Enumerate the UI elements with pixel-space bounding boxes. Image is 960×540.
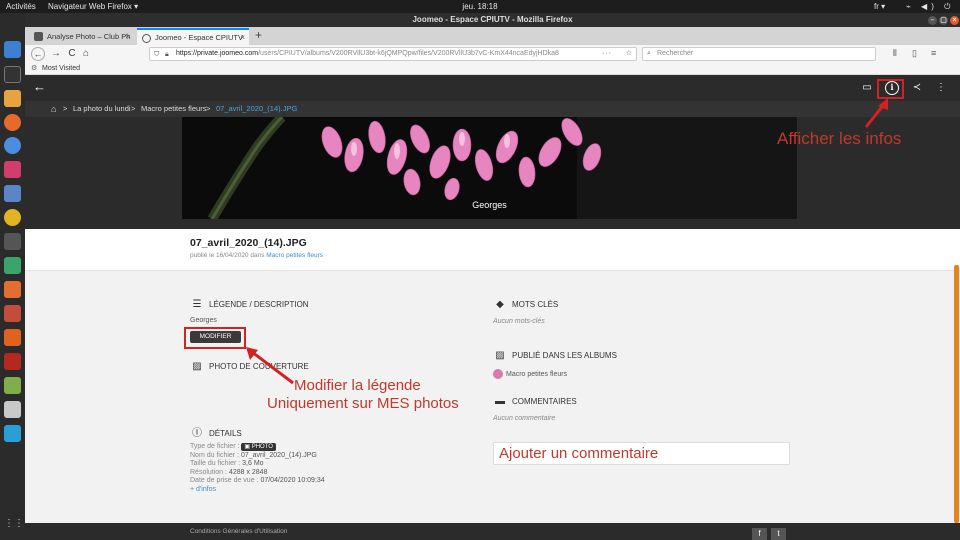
annotation-modify-legend: Modifier la légende — [294, 377, 421, 394]
annotation-only-my-photos: Uniquement sur MES photos — [267, 395, 459, 412]
annotation-show-info: Afficher les infos — [777, 129, 902, 148]
modify-arrow — [251, 350, 294, 385]
annotation-arrows — [246, 98, 888, 385]
